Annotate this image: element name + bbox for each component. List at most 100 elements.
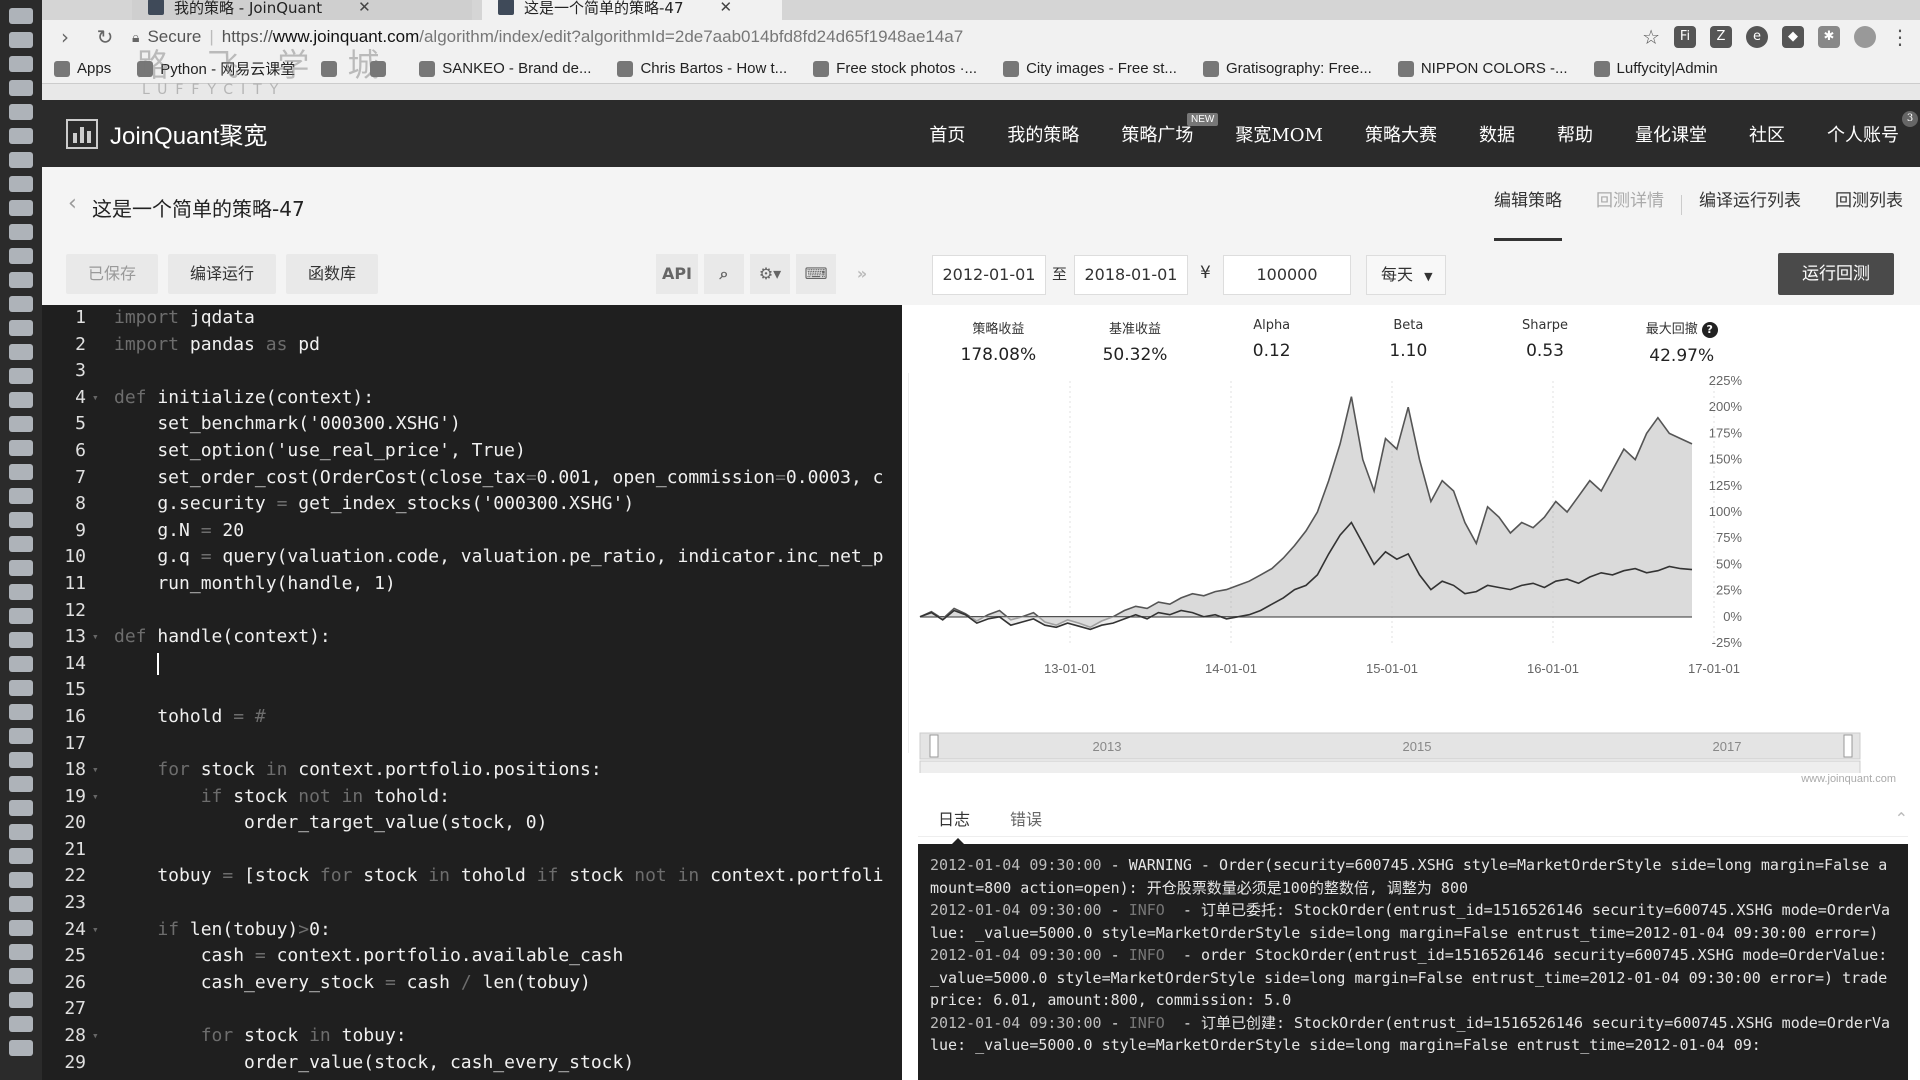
nav-item[interactable]: 我的策略 (986, 121, 1100, 147)
returns-chart[interactable]: 225%200%175%150%125%100%75%50%25%0%-25%1… (902, 373, 1920, 773)
dock-app-icon[interactable] (9, 992, 33, 1008)
run-backtest-button[interactable]: 运行回测 (1778, 253, 1894, 295)
url-field[interactable]: 🔒︎ Secure | https://www.joinquant.com/al… (132, 24, 1628, 50)
extension-icon[interactable]: ✱ (1818, 26, 1840, 48)
extension-icon[interactable]: ◆ (1782, 26, 1804, 48)
nav-item[interactable]: 社区 (1728, 121, 1806, 147)
extension-icon[interactable]: e (1746, 26, 1768, 48)
frequency-select[interactable]: 每天 ▼ (1366, 255, 1446, 295)
bookmark-item[interactable]: NIPPON COLORS -... (1397, 60, 1568, 77)
extension-icon[interactable]: Z (1710, 26, 1732, 48)
bookmark-item[interactable]: Python - 网易云课堂 (137, 58, 295, 79)
dock-app-icon[interactable] (9, 656, 33, 672)
dock-app-icon[interactable] (9, 56, 33, 72)
nav-item[interactable]: 策略广场 NEW (1100, 112, 1219, 147)
dock-app-icon[interactable] (9, 512, 33, 528)
browser-tab-my-strategies[interactable]: 我的策略 - JoinQuant ✕ (132, 0, 472, 20)
code-line[interactable]: 13 ▾ def handle(context): (42, 624, 902, 651)
dock-app-icon[interactable] (9, 488, 33, 504)
code-area[interactable]: 1 import jqdata 2 import pandas as pd 3 4 ▾ def… (42, 305, 902, 1080)
bookmark-item[interactable]: SANKEO - Brand de... (419, 60, 591, 77)
code-line[interactable]: 27 (42, 996, 902, 1023)
capital-input[interactable]: 100000 (1223, 255, 1351, 295)
dock-app-icon[interactable] (9, 464, 33, 480)
close-tab-icon[interactable]: ✕ (720, 0, 733, 16)
tab-compile-run-list[interactable]: 编译运行列表 (1682, 167, 1818, 243)
fold-arrow-icon[interactable]: ▾ (92, 917, 114, 944)
start-date-input[interactable]: 2012-01-01 (932, 255, 1046, 295)
expand-icon[interactable]: » (842, 254, 882, 294)
nav-item[interactable]: 量化课堂 (1614, 121, 1728, 147)
code-line[interactable]: 7 set_order_cost(OrderCost(close_tax=0.0… (42, 465, 902, 492)
dock-app-icon[interactable] (9, 872, 33, 888)
dock-app-icon[interactable] (9, 32, 33, 48)
strategy-title[interactable]: 这是一个简单的策略-47 (92, 193, 305, 222)
dock-app-icon[interactable] (9, 1016, 33, 1032)
dock-app-icon[interactable] (9, 776, 33, 792)
settings-gear-icon[interactable]: ⚙▾ (750, 254, 790, 294)
dock-app-icon[interactable] (9, 608, 33, 624)
code-line[interactable]: 16 tohold = # (42, 704, 902, 731)
end-date-input[interactable]: 2018-01-01 (1074, 255, 1188, 295)
dock-app-icon[interactable] (9, 584, 33, 600)
dock-app-icon[interactable] (9, 248, 33, 264)
code-line[interactable]: 28 ▾ for stock in tobuy: (42, 1023, 902, 1050)
bookmark-item[interactable]: Chris Bartos - How t... (617, 60, 787, 77)
dock-app-icon[interactable] (9, 104, 33, 120)
dock-app-icon[interactable] (9, 800, 33, 816)
dock-app-icon[interactable] (9, 1040, 33, 1056)
code-line[interactable]: 24 ▾ if len(tobuy)>0: (42, 917, 902, 944)
code-line[interactable]: 25 cash = context.portfolio.available_ca… (42, 943, 902, 970)
api-button[interactable]: API (655, 254, 698, 294)
code-line[interactable]: 26 cash_every_stock = cash / len(tobuy) (42, 970, 902, 997)
dock-app-icon[interactable] (9, 392, 33, 408)
dock-app-icon[interactable] (9, 344, 33, 360)
bookmark-item[interactable]: Apps (54, 60, 111, 77)
dock-app-icon[interactable] (9, 560, 33, 576)
dock-app-icon[interactable] (9, 320, 33, 336)
dock-app-icon[interactable] (9, 200, 33, 216)
profile-icon[interactable] (1854, 26, 1876, 48)
code-line[interactable]: 6 set_option('use_real_price', True) (42, 438, 902, 465)
range-handle-left[interactable] (929, 734, 939, 758)
code-line[interactable]: 8 g.security = get_index_stocks('000300.… (42, 491, 902, 518)
dock-app-icon[interactable] (9, 896, 33, 912)
code-line[interactable]: 14 (42, 651, 902, 678)
bookmark-star-icon[interactable]: ☆ (1642, 25, 1660, 49)
code-line[interactable]: 22 tobuy = [stock for stock in tohold if… (42, 863, 902, 890)
search-icon[interactable]: ⌕ (704, 254, 744, 294)
bookmark-item[interactable] (370, 60, 393, 77)
bookmark-item[interactable]: City images - Free st... (1003, 60, 1177, 77)
dock-app-icon[interactable] (9, 224, 33, 240)
close-tab-icon[interactable]: ✕ (358, 0, 371, 16)
dock-app-icon[interactable] (9, 416, 33, 432)
log-output[interactable]: 2012-01-04 09:30:00 - WARNING - Order(se… (918, 844, 1908, 1080)
code-line[interactable]: 11 run_monthly(handle, 1) (42, 571, 902, 598)
forward-icon[interactable]: › (52, 25, 78, 49)
bookmark-item[interactable]: Luffycity|Admin (1593, 60, 1718, 77)
code-line[interactable]: 3 (42, 358, 902, 385)
nav-item[interactable]: 数据 (1458, 121, 1536, 147)
nav-item[interactable]: 首页 (908, 121, 986, 147)
dock-app-icon[interactable] (9, 80, 33, 96)
fold-arrow-icon[interactable]: ▾ (92, 784, 114, 811)
dock-app-icon[interactable] (9, 704, 33, 720)
reload-icon[interactable]: ↻ (92, 25, 118, 49)
bookmark-item[interactable] (321, 60, 344, 77)
nav-item[interactable]: 个人账号 3 (1806, 110, 1920, 147)
code-line[interactable]: 15 (42, 677, 902, 704)
fold-arrow-icon[interactable]: ▾ (92, 757, 114, 784)
code-line[interactable]: 19 ▾ if stock not in tohold: (42, 784, 902, 811)
code-line[interactable]: 20 order_target_value(stock, 0) (42, 810, 902, 837)
tab-log[interactable]: 日志 (918, 803, 990, 844)
code-line[interactable]: 10 g.q = query(valuation.code, valuation… (42, 544, 902, 571)
tab-edit-strategy[interactable]: 编辑策略 (1477, 167, 1579, 243)
code-line[interactable]: 2 import pandas as pd (42, 332, 902, 359)
dock-app-icon[interactable] (9, 752, 33, 768)
dock-app-icon[interactable] (9, 536, 33, 552)
bookmark-item[interactable]: Free stock photos ·... (813, 60, 977, 77)
dock-app-icon[interactable] (9, 128, 33, 144)
dock-app-icon[interactable] (9, 368, 33, 384)
menu-icon[interactable]: ⋮ (1890, 25, 1910, 49)
fold-arrow-icon[interactable]: ▾ (92, 624, 114, 651)
